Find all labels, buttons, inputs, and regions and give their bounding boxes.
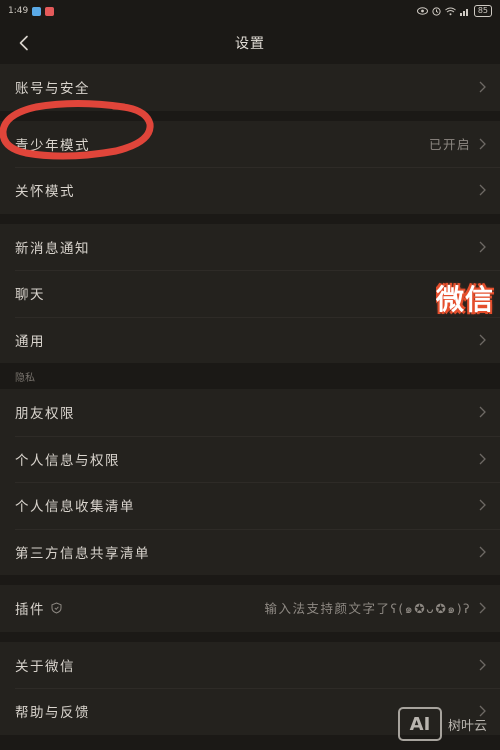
chevron-right-icon: [479, 499, 486, 511]
row-chat[interactable]: 聊天: [0, 270, 500, 317]
header: 设置: [0, 22, 500, 64]
eye-icon: [416, 7, 428, 15]
row-personal-info-collection[interactable]: 个人信息收集清单: [0, 482, 500, 529]
chevron-right-icon: [479, 81, 486, 93]
row-label: 青少年模式: [15, 137, 90, 154]
row-label: 通用: [15, 333, 45, 350]
chevron-left-icon: [19, 35, 28, 51]
settings-list: 账号与安全 青少年模式 已开启 关怀模式 新消息通知 聊天 通用 隐私 朋友权限…: [0, 64, 500, 735]
row-label: 插件: [15, 602, 45, 619]
row-right: [471, 658, 487, 672]
status-left: 1:49: [8, 6, 55, 16]
overlay-text: 微信: [436, 283, 495, 316]
group-gap: [0, 575, 500, 585]
row-label: 个人信息收集清单: [15, 499, 135, 516]
row-care-mode[interactable]: 关怀模式: [0, 167, 500, 214]
row-right: [471, 333, 487, 347]
status-time: 1:49: [8, 6, 29, 16]
row-label: 帮助与反馈: [15, 705, 90, 722]
chevron-right-icon: [479, 241, 486, 253]
chevron-right-icon: [479, 453, 486, 465]
row-friend-permissions[interactable]: 朋友权限: [0, 389, 500, 436]
wifi-icon: [445, 7, 456, 15]
alarm-icon: [432, 6, 441, 16]
chevron-right-icon: [479, 334, 486, 346]
page-title: 设置: [235, 36, 265, 52]
group-gap: [0, 631, 500, 642]
row-new-message-notification[interactable]: 新消息通知: [0, 224, 500, 271]
settings-group-plugins: 插件 输入法支持颜文字了ʕ(๑✪ᴗ✪๑)ʔ: [0, 585, 500, 632]
row-about-wechat[interactable]: 关于微信: [0, 642, 500, 689]
status-app-icon: [32, 6, 42, 16]
signal-icon: [459, 8, 468, 16]
row-third-party-sharing[interactable]: 第三方信息共享清单: [0, 528, 500, 576]
row-right: [471, 452, 487, 466]
row-label: 第三方信息共享清单: [15, 545, 150, 562]
chevron-right-icon: [479, 659, 486, 671]
group-gap: [0, 213, 500, 224]
row-general[interactable]: 通用: [0, 316, 500, 364]
settings-group-privacy: 朋友权限 个人信息与权限 个人信息收集清单 第三方信息共享清单: [0, 389, 500, 575]
row-right: [471, 80, 487, 94]
shield-icon: [51, 602, 62, 614]
row-account-security[interactable]: 账号与安全: [0, 64, 500, 111]
settings-group-account: 账号与安全: [0, 64, 500, 111]
group-gap: [0, 110, 500, 121]
row-personal-info-permissions[interactable]: 个人信息与权限: [0, 435, 500, 483]
row-right: 输入法支持颜文字了ʕ(๑✪ᴗ✪๑)ʔ: [265, 598, 487, 619]
chevron-right-icon: [479, 184, 486, 196]
row-right: [471, 545, 487, 559]
chevron-right-icon: [479, 546, 486, 558]
row-label: 账号与安全: [15, 81, 90, 98]
row-label: 聊天: [15, 287, 45, 304]
row-label: 关于微信: [15, 658, 75, 675]
row-teen-mode[interactable]: 青少年模式 已开启: [0, 121, 500, 168]
row-right: [471, 240, 487, 254]
watermark: AI 树叶云: [398, 704, 498, 744]
chevron-right-icon: [479, 138, 486, 150]
row-value: 输入法支持颜文字了ʕ(๑✪ᴗ✪๑)ʔ: [264, 600, 471, 616]
watermark-text: 树叶云: [448, 718, 488, 734]
row-label: 个人信息与权限: [15, 452, 120, 469]
watermark-logo: AI: [398, 707, 442, 741]
row-right: [471, 183, 487, 197]
settings-group-modes: 青少年模式 已开启 关怀模式: [0, 120, 500, 214]
row-right: 已开启: [429, 134, 487, 153]
chevron-right-icon: [479, 406, 486, 418]
row-label: 朋友权限: [15, 406, 75, 423]
status-right: 85: [416, 5, 492, 17]
chevron-right-icon: [479, 602, 486, 614]
back-button[interactable]: [8, 28, 38, 58]
row-value: 已开启: [428, 137, 471, 153]
row-right: [471, 498, 487, 512]
row-label: 关怀模式: [15, 184, 75, 201]
status-bar: 1:49 85: [0, 0, 500, 22]
status-app-icon: [45, 6, 55, 16]
row-plugins[interactable]: 插件 输入法支持颜文字了ʕ(๑✪ᴗ✪๑)ʔ: [0, 585, 500, 632]
row-right: [471, 405, 487, 419]
settings-group-general: 新消息通知 聊天 通用: [0, 223, 500, 364]
section-label-privacy: 隐私: [0, 363, 500, 389]
row-label: 新消息通知: [15, 240, 90, 257]
battery-indicator: 85: [473, 5, 492, 17]
